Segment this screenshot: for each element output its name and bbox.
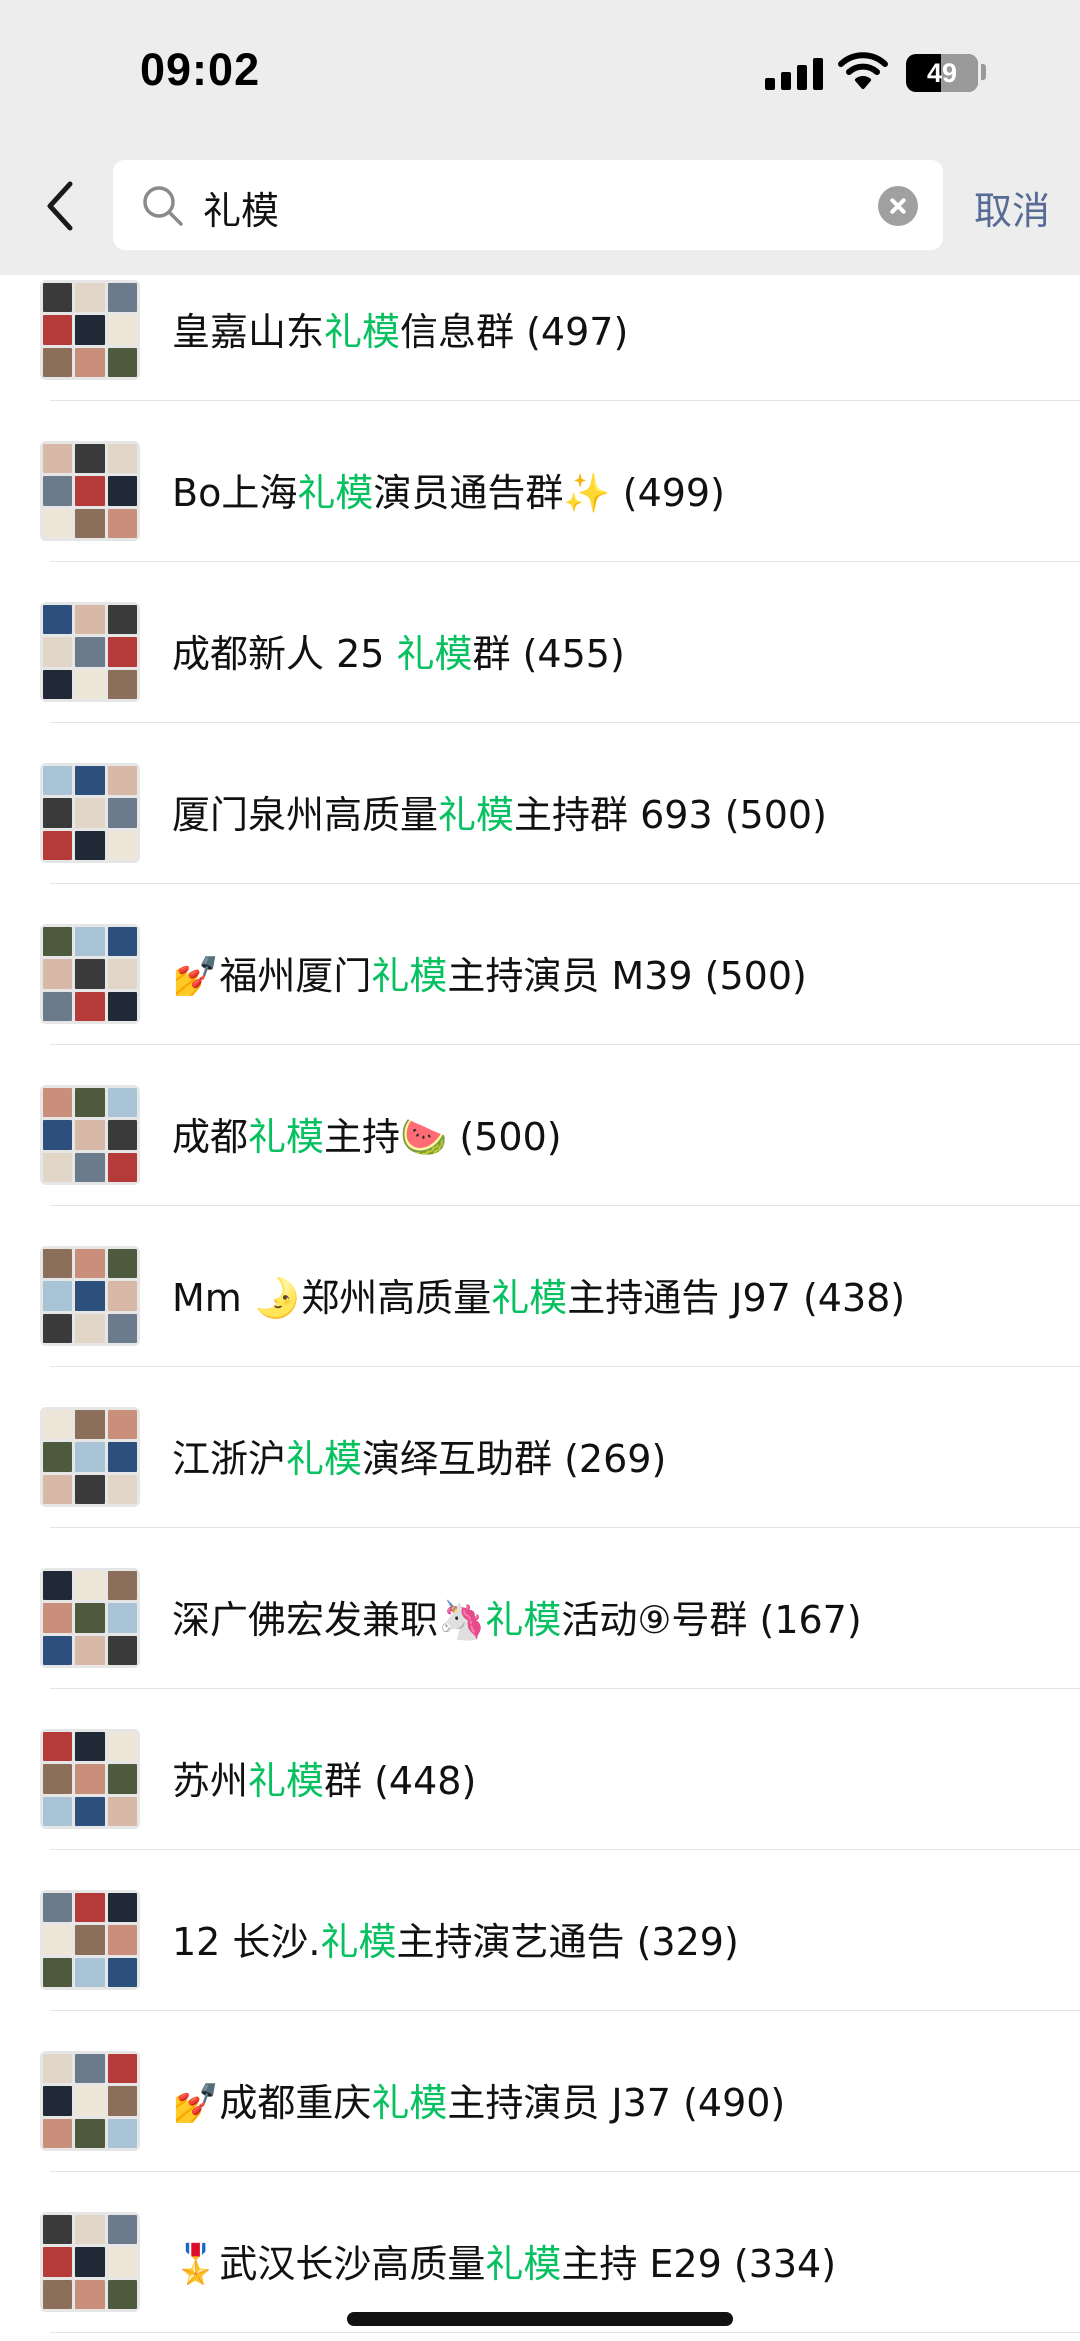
group-name: 皇嘉山东礼模信息群 (497) (172, 301, 628, 356)
group-avatar (40, 280, 140, 380)
group-name: 💅福州厦门礼模主持演员 M39 (500) (172, 945, 807, 1000)
group-name-prefix: 成都新人 25 (172, 632, 397, 676)
group-name: 💅成都重庆礼模主持演员 J37 (490) (172, 2072, 785, 2127)
group-name-suffix: 主持 E29 (334) (561, 2242, 837, 2286)
search-result-row[interactable]: 皇嘉山东礼模信息群 (497) (0, 240, 1080, 401)
battery-level: 49 (926, 58, 958, 88)
group-name-match: 礼模 (438, 793, 515, 837)
home-indicator (347, 2312, 733, 2326)
group-name-prefix: 🎖️武汉长沙高质量 (172, 2242, 486, 2286)
group-name-match: 礼模 (248, 1115, 325, 1159)
group-name-prefix: 深广佛宏发兼职🦄 (172, 1598, 486, 1642)
search-result-row[interactable]: 成都新人 25 礼模群 (455) (0, 562, 1080, 723)
group-name-prefix: 12 长沙. (172, 1920, 321, 1964)
group-name-match: 礼模 (324, 310, 401, 354)
group-name-prefix: 💅福州厦门 (172, 954, 372, 998)
group-avatar (40, 1729, 140, 1829)
group-avatar (40, 1085, 140, 1185)
group-avatar (40, 1890, 140, 1990)
group-name-match: 礼模 (371, 954, 448, 998)
status-bar: 09:02 49 (0, 0, 1080, 150)
group-name-match: 礼模 (297, 471, 374, 515)
group-avatar (40, 2212, 140, 2312)
group-name-suffix: 信息群 (497) (400, 310, 629, 354)
search-result-row[interactable]: 厦门泉州高质量礼模主持群 693 (500) (0, 723, 1080, 884)
group-name-suffix: 活动⑨号群 (167) (561, 1598, 862, 1642)
search-results-list: 皇嘉山东礼模信息群 (497) Bo上海礼模演员通告群✨ (499) 成都新人 25… (0, 240, 1080, 2333)
group-avatar (40, 2051, 140, 2151)
search-input[interactable]: 礼模 (113, 160, 943, 250)
cancel-button[interactable]: 取消 (974, 180, 1050, 235)
group-name-prefix: 江浙沪 (172, 1437, 287, 1481)
group-name: Mm 🌛郑州高质量礼模主持通告 J97 (438) (172, 1267, 905, 1322)
battery-cap (981, 64, 986, 80)
group-name: 🎖️武汉长沙高质量礼模主持 E29 (334) (172, 2233, 836, 2288)
search-result-row[interactable]: 成都礼模主持🍉 (500) (0, 1045, 1080, 1206)
search-result-row[interactable]: 苏州礼模群 (448) (0, 1689, 1080, 1850)
group-name-suffix: 主持演员 J37 (490) (447, 2081, 786, 2125)
group-avatar (40, 1246, 140, 1346)
group-avatar (40, 602, 140, 702)
group-name-match: 礼模 (491, 1276, 568, 1320)
status-time: 09:02 (140, 44, 261, 95)
group-name-prefix: 💅成都重庆 (172, 2081, 372, 2125)
group-name: 苏州礼模群 (448) (172, 1750, 476, 1805)
signal-icon (765, 58, 823, 90)
group-name-match: 礼模 (396, 632, 473, 676)
search-result-row[interactable]: 深广佛宏发兼职🦄礼模活动⑨号群 (167) (0, 1528, 1080, 1689)
group-avatar (40, 1407, 140, 1507)
search-result-row[interactable]: 💅成都重庆礼模主持演员 J37 (490) (0, 2011, 1080, 2172)
group-avatar (40, 763, 140, 863)
back-button[interactable] (40, 178, 80, 234)
battery-icon: 49 (906, 54, 978, 92)
group-name: 厦门泉州高质量礼模主持群 693 (500) (172, 784, 827, 839)
group-name-prefix: 厦门泉州高质量 (172, 793, 439, 837)
group-name-prefix: Bo上海 (172, 471, 298, 515)
group-name-match: 礼模 (320, 1920, 397, 1964)
search-result-row[interactable]: 🎖️武汉长沙高质量礼模主持 E29 (334) (0, 2172, 1080, 2333)
search-icon (143, 186, 183, 226)
group-name-prefix: 苏州 (172, 1759, 249, 1803)
group-name-prefix: 成都 (172, 1115, 249, 1159)
group-name: 江浙沪礼模演绎互助群 (269) (172, 1428, 666, 1483)
search-result-row[interactable]: Bo上海礼模演员通告群✨ (499) (0, 401, 1080, 562)
group-avatar (40, 924, 140, 1024)
wifi-icon (838, 52, 888, 89)
group-name-suffix: 主持群 693 (500) (514, 793, 827, 837)
search-result-row[interactable]: 12 长沙.礼模主持演艺通告 (329) (0, 1850, 1080, 2011)
row-divider (50, 2332, 1080, 2333)
group-name-suffix: 主持通告 J97 (438) (567, 1276, 906, 1320)
group-name-prefix: 皇嘉山东 (172, 310, 325, 354)
group-name-suffix: 主持演艺通告 (329) (396, 1920, 739, 1964)
search-result-row[interactable]: 江浙沪礼模演绎互助群 (269) (0, 1367, 1080, 1528)
group-avatar (40, 441, 140, 541)
group-name-suffix: 主持演员 M39 (500) (447, 954, 807, 998)
group-name-suffix: 主持🍉 (500) (324, 1115, 562, 1159)
group-name: 深广佛宏发兼职🦄礼模活动⑨号群 (167) (172, 1589, 862, 1644)
group-name: 成都礼模主持🍉 (500) (172, 1106, 562, 1161)
group-name-match: 礼模 (485, 1598, 562, 1642)
group-name: 成都新人 25 礼模群 (455) (172, 623, 625, 678)
group-name-match: 礼模 (485, 2242, 562, 2286)
group-name-suffix: 演员通告群✨ (499) (373, 471, 725, 515)
clear-search-button[interactable] (878, 186, 918, 226)
group-avatar (40, 1568, 140, 1668)
group-name-suffix: 群 (448) (324, 1759, 477, 1803)
group-name-suffix: 群 (455) (472, 632, 625, 676)
group-name-suffix: 演绎互助群 (269) (362, 1437, 667, 1481)
search-result-row[interactable]: Mm 🌛郑州高质量礼模主持通告 J97 (438) (0, 1206, 1080, 1367)
search-query: 礼模 (203, 189, 280, 233)
group-name-match: 礼模 (286, 1437, 363, 1481)
group-name-match: 礼模 (371, 2081, 448, 2125)
group-name: 12 长沙.礼模主持演艺通告 (329) (172, 1911, 739, 1966)
search-result-row[interactable]: 💅福州厦门礼模主持演员 M39 (500) (0, 884, 1080, 1045)
group-name-prefix: Mm 🌛郑州高质量 (172, 1276, 492, 1320)
group-name-match: 礼模 (248, 1759, 325, 1803)
group-name: Bo上海礼模演员通告群✨ (499) (172, 462, 725, 517)
